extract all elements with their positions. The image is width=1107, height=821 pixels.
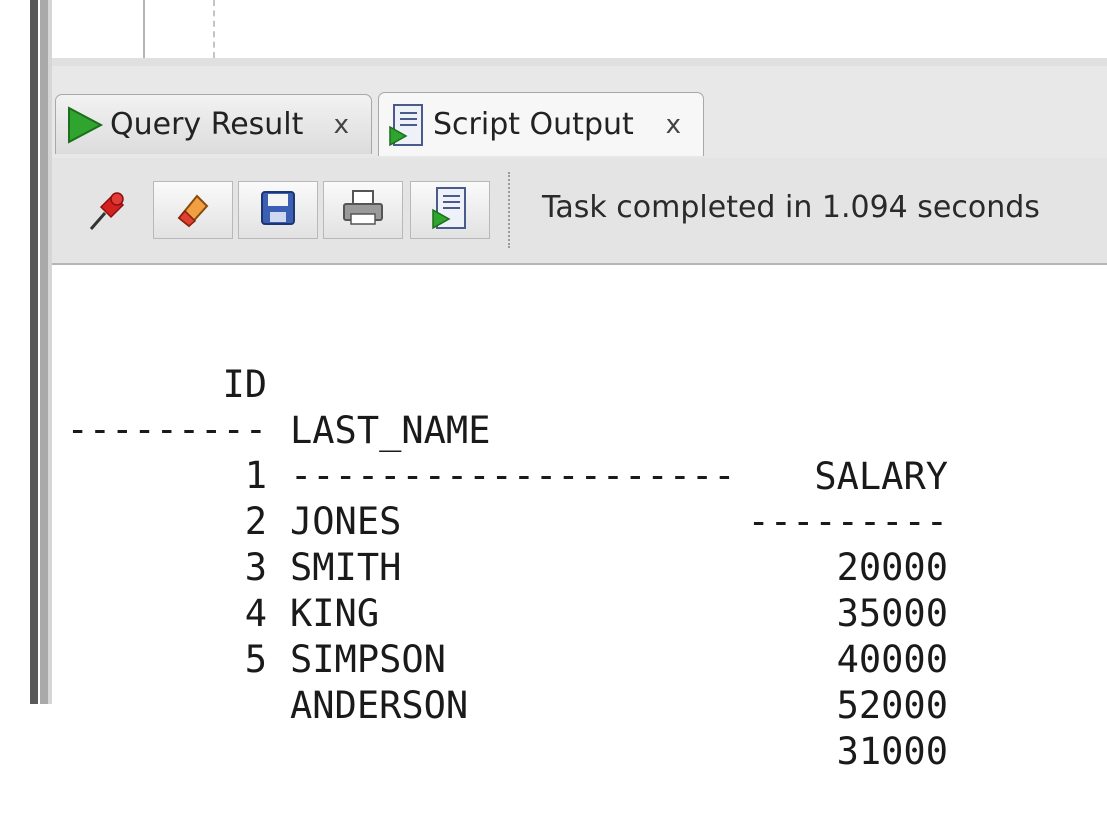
cell-salary: 35000: [836, 592, 948, 635]
tab-label: Script Output: [433, 107, 634, 142]
cell-last-name: KING: [290, 592, 380, 635]
table-row: 5 ANDERSON 31000: [52, 591, 948, 821]
run-script-icon: [430, 186, 470, 234]
column-header-last-name: LAST_NAME: [290, 409, 491, 452]
script-output-panel[interactable]: ID LAST_NAME SALARY --------- ----------…: [52, 265, 1107, 773]
cell-salary: 52000: [836, 684, 948, 727]
frame-border-inner: [40, 0, 48, 704]
cell-last-name: SMITH: [290, 546, 402, 589]
save-button[interactable]: [238, 181, 318, 239]
separator-last-name: --------------------: [290, 454, 736, 497]
script-run-icon: [387, 103, 427, 146]
cell-id: 5: [244, 638, 267, 681]
pin-icon[interactable]: [82, 186, 132, 236]
column-header-salary: SALARY: [814, 455, 948, 498]
print-icon: [341, 188, 385, 232]
editor-gutter-divider: [143, 0, 145, 58]
toolbar-separator: [508, 172, 510, 248]
separator-salary: ---------: [747, 500, 948, 543]
run-script-button[interactable]: [410, 181, 490, 239]
print-button[interactable]: [323, 181, 403, 239]
tab-query-result[interactable]: Query Result x: [55, 94, 372, 154]
run-triangle-icon: [64, 105, 104, 145]
cell-last-name: ANDERSON: [290, 684, 469, 727]
sql-editor-area[interactable]: [52, 0, 1107, 59]
save-icon: [258, 188, 298, 232]
cell-salary: 20000: [836, 546, 948, 589]
tab-label: Query Result: [110, 107, 304, 142]
frame-border: [30, 0, 38, 704]
cell-salary: 31000: [836, 730, 948, 773]
task-status-text: Task completed in 1.094 seconds: [542, 190, 1040, 225]
close-icon[interactable]: x: [334, 110, 349, 140]
cell-last-name: JONES: [290, 500, 402, 543]
cell-salary: 40000: [836, 638, 948, 681]
close-icon[interactable]: x: [666, 110, 681, 140]
eraser-icon: [173, 188, 213, 232]
editor-margin-guide: [213, 0, 215, 58]
tab-script-output[interactable]: Script Output x: [378, 92, 704, 156]
cell-last-name: SIMPSON: [290, 638, 446, 681]
clear-output-button[interactable]: [153, 181, 233, 239]
